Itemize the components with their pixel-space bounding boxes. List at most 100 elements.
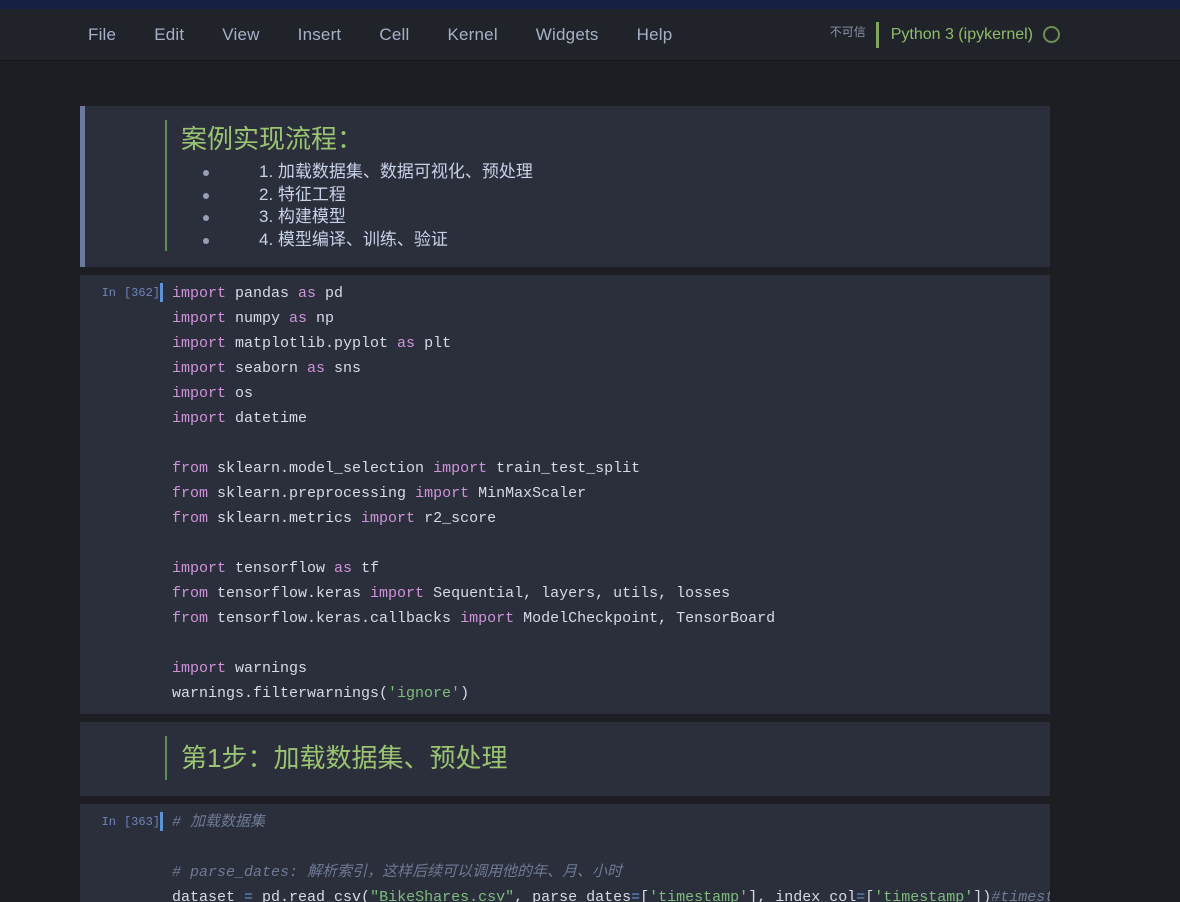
- markdown-cell-overview[interactable]: 案例实现流程： 1. 加载数据集、数据可视化、预处理 2. 特征工程 3. 构建…: [80, 106, 1050, 268]
- list-item: 2. 特征工程: [203, 184, 1050, 207]
- code-token: import: [172, 285, 227, 303]
- code-token: pd: [316, 285, 344, 303]
- code-token: import: [172, 335, 227, 353]
- code-token: import: [172, 410, 227, 428]
- code-token: warnings: [226, 660, 308, 678]
- kernel-name-label: Python 3 (ipykernel): [890, 25, 1033, 43]
- code-token: import: [415, 485, 470, 503]
- code-token: "BikeShares.csv": [370, 889, 515, 902]
- markdown-cell-step1[interactable]: 第1步：加载数据集、预处理: [80, 722, 1050, 797]
- code-token: import: [460, 610, 515, 628]
- code-token: sns: [325, 360, 362, 378]
- code-token: train_test_split: [487, 460, 641, 478]
- code-token: 'timestamp': [874, 889, 974, 902]
- code-token: 'timestamp': [649, 889, 749, 902]
- code-token: import: [361, 510, 416, 528]
- menu-item-widgets[interactable]: Widgets: [536, 26, 599, 43]
- cell-caret: [160, 812, 163, 832]
- code-line: import warnings: [172, 656, 1050, 681]
- code-token: plt: [415, 335, 452, 353]
- notebook-container: 案例实现流程： 1. 加载数据集、数据可视化、预处理 2. 特征工程 3. 构建…: [0, 61, 1180, 902]
- code-token: from: [172, 485, 209, 503]
- markdown-heading: 第1步：加载数据集、预处理: [181, 743, 508, 774]
- code-token: as: [397, 335, 416, 353]
- menu-item-help[interactable]: Help: [637, 26, 673, 43]
- code-token: as: [307, 360, 326, 378]
- menu-bar: File Edit View Insert Cell Kernel Widget…: [0, 9, 1180, 61]
- code-token: from: [172, 510, 209, 528]
- code-token: pandas: [226, 285, 299, 303]
- menu-item-file[interactable]: File: [88, 26, 116, 43]
- code-token: as: [289, 310, 308, 328]
- code-token: import: [433, 460, 488, 478]
- kernel-idle-circle-icon[interactable]: [1043, 26, 1060, 43]
- code-line: warnings.filterwarnings('ignore'): [172, 681, 1050, 706]
- code-editor-load-dataset[interactable]: # 加载数据集 # parse_dates: 解析索引，这样后续可以调用他的年、…: [160, 810, 1050, 902]
- code-line: import tensorflow as tf: [172, 556, 1050, 581]
- code-token: as: [334, 560, 353, 578]
- list-item: 1. 加载数据集、数据可视化、预处理: [203, 161, 1050, 184]
- code-token: tensorflow.keras: [208, 585, 371, 603]
- code-token: tensorflow.keras.callbacks: [208, 610, 461, 628]
- code-line: # 加载数据集: [172, 810, 1050, 835]
- code-token: import: [370, 585, 425, 603]
- code-editor-imports[interactable]: import pandas as pd import numpy as np imp…: [160, 281, 1050, 706]
- code-token: pd.read_csv(: [253, 889, 371, 902]
- code-token: # parse_dates: 解析索引，这样后续可以调用他的年、月、小时: [172, 864, 623, 882]
- list-item: 4. 模型编译、训练、验证: [203, 229, 1050, 252]
- code-line: import numpy as np: [172, 306, 1050, 331]
- code-token: [: [640, 889, 650, 902]
- code-token: ], index_col: [748, 889, 857, 902]
- code-token: =: [244, 889, 254, 902]
- code-token: dataset: [172, 889, 245, 902]
- code-line: # parse_dates: 解析索引，这样后续可以调用他的年、月、小时: [172, 860, 1050, 885]
- menu-item-edit[interactable]: Edit: [154, 26, 184, 43]
- kernel-status-area: 不可信 Python 3 (ipykernel): [830, 9, 1060, 60]
- prompt-execution-count: [363]: [123, 815, 160, 830]
- menu-item-insert[interactable]: Insert: [298, 26, 342, 43]
- code-token: from: [172, 585, 209, 603]
- code-token: MinMaxScaler: [469, 485, 587, 503]
- code-line: from tensorflow.keras import Sequential,…: [172, 581, 1050, 606]
- code-line: from tensorflow.keras.callbacks import M…: [172, 606, 1050, 631]
- list-item: 3. 构建模型: [203, 206, 1050, 229]
- markdown-heading: 案例实现流程：: [181, 124, 364, 154]
- code-token: r2_score: [415, 510, 497, 528]
- code-token: , parse_dates: [514, 889, 632, 902]
- menu-item-view[interactable]: View: [222, 26, 259, 43]
- code-token: sklearn.metrics: [208, 510, 362, 528]
- cell-prompt: In [362]: [85, 281, 163, 706]
- code-token: tf: [352, 560, 380, 578]
- code-token: matplotlib.pyplot: [226, 335, 398, 353]
- cell-prompt: In [363]: [85, 810, 163, 902]
- code-cell-imports[interactable]: In [362] import pandas as pd import numpy …: [80, 275, 1050, 715]
- code-line: dataset = pd.read_csv("BikeShares.csv", …: [172, 885, 1050, 902]
- code-token: import: [172, 360, 227, 378]
- code-token: warnings.filterwarnings(: [172, 685, 389, 703]
- code-token: from: [172, 610, 209, 628]
- menu-item-kernel[interactable]: Kernel: [447, 26, 497, 43]
- code-token: [: [865, 889, 875, 902]
- code-token: =: [631, 889, 641, 902]
- code-token: ModelCheckpoint, TensorBoard: [514, 610, 776, 628]
- code-token: # 加载数据集: [172, 814, 266, 832]
- menu-item-cell[interactable]: Cell: [379, 26, 409, 43]
- code-token: as: [298, 285, 317, 303]
- code-cell-load-dataset[interactable]: In [363] # 加载数据集 # parse_dates: 解析索引，这样后续…: [80, 804, 1050, 902]
- code-line: import pandas as pd: [172, 281, 1050, 306]
- code-token: import: [172, 310, 227, 328]
- code-line: from sklearn.model_selection import trai…: [172, 456, 1050, 481]
- code-token: sklearn.model_selection: [208, 460, 434, 478]
- code-line: from sklearn.preprocessing import MinMax…: [172, 481, 1050, 506]
- trust-status-label[interactable]: 不可信: [830, 26, 876, 38]
- code-token: datetime: [226, 410, 308, 428]
- code-token: #timestamp当作索引: [991, 889, 1050, 902]
- markdown-content: 案例实现流程： 1. 加载数据集、数据可视化、预处理 2. 特征工程 3. 构建…: [165, 120, 1050, 252]
- code-token: Sequential, layers, utils, losses: [424, 585, 731, 603]
- code-token: 'ignore': [388, 685, 461, 703]
- cell-caret: [160, 283, 163, 303]
- markdown-content: 第1步：加载数据集、预处理: [165, 736, 1050, 781]
- code-token: os: [226, 385, 254, 403]
